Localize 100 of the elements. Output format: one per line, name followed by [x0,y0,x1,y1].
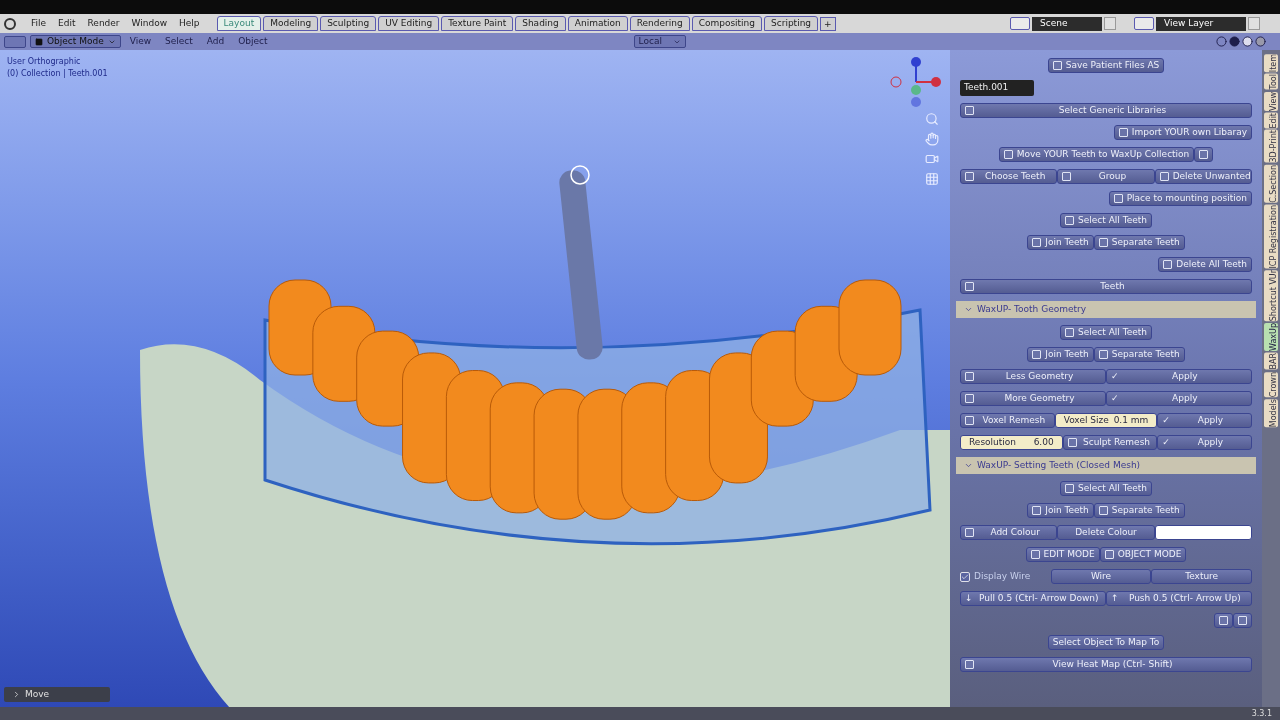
scene-icon[interactable] [1010,17,1030,30]
panel-button[interactable]: Delete Colour [1057,525,1155,540]
panel-button[interactable]: Texture [1151,569,1252,584]
panel-button[interactable]: Voxel Remesh [960,413,1055,428]
menu-item[interactable]: Help [174,16,205,31]
number-field[interactable]: Resolution 6.00 [960,435,1063,450]
panel-button[interactable]: Group [1057,169,1155,184]
workspace-tab[interactable]: Layout [216,16,262,31]
sidebar-tab[interactable]: 3D-Print [1264,130,1278,163]
workspace-tab[interactable]: Scripting [764,16,819,31]
panel-header[interactable]: WaxUP- Tooth Geometry [956,301,1256,318]
number-field[interactable]: Voxel Size 0.1 mm [1054,413,1158,428]
workspace-tab[interactable]: Rendering [629,16,690,31]
workspace-tab[interactable]: Compositing [691,16,763,31]
panel-button[interactable]: Join Teeth [1027,503,1094,518]
menu-item[interactable]: Edit [53,16,81,31]
glyph: ✓ [1162,413,1170,427]
panel-button[interactable]: ↑ Push 0.5 (Ctrl- Arrow Up) [1106,591,1252,606]
sidebar-tab[interactable]: Edit [1264,112,1278,129]
panel-button[interactable]: ✓ Apply [1157,413,1252,428]
panel-button[interactable]: More Geometry [960,391,1106,406]
sidebar-tab[interactable]: View [1264,91,1278,111]
workspace-tab[interactable]: Texture Paint [441,16,514,31]
sidebar-tab[interactable]: BAR [1264,353,1278,370]
glyph: ✓ [1111,369,1119,383]
panel-button[interactable]: ✓ Apply [1106,391,1252,406]
panel-button[interactable] [1214,613,1233,628]
version-label: 3.3.1 [1251,707,1272,720]
workspace-tab[interactable]: UV Editing [378,16,440,31]
display-wire-checkbox[interactable]: Display Wire [960,569,1051,584]
sidebar-tab[interactable]: Shortcut VUr [1264,270,1278,322]
panel-button[interactable]: ✓ Apply [1106,369,1252,384]
panel-button[interactable]: View Heat Map (Ctrl- Shift) [960,657,1252,672]
panel-button[interactable]: Move YOUR Teeth to WaxUp Collection [998,147,1195,162]
panel-button[interactable] [1194,147,1214,162]
scene-field[interactable]: Scene [1032,16,1102,31]
viewport[interactable]: User Orthographic (0) Collection | Teeth.001 Move [0,50,950,707]
workspace-tab[interactable]: Animation [567,16,628,31]
sidebar-tab[interactable]: Item [1264,54,1278,73]
glyph: ✓ [1162,435,1170,449]
panel-button[interactable]: Teeth [960,279,1252,294]
panel-button[interactable]: Delete Unwanted [1154,169,1252,184]
panel-button[interactable]: ✓ Apply [1157,435,1252,450]
panel-button[interactable]: Separate Teeth [1093,503,1185,518]
panel-button[interactable]: Select Object To Map To [1047,635,1165,650]
sidebar-tab[interactable]: C.Section [1264,164,1278,203]
panel-button[interactable] [1233,613,1252,628]
panel-header[interactable]: WaxUP- Setting Teeth (Closed Mesh) [956,457,1256,474]
panel-button[interactable]: Select Generic Libraries [960,103,1252,118]
color-swatch[interactable] [1154,525,1252,540]
header-menu[interactable]: Object [233,34,273,49]
workspace-tab[interactable]: Modeling [263,16,319,31]
panel-button[interactable]: Join Teeth [1027,235,1094,250]
panel-button[interactable]: Select All Teeth [1060,213,1152,228]
panel-button[interactable]: Less Geometry [960,369,1106,384]
menu-item[interactable]: Render [82,16,125,31]
add-workspace-button[interactable]: + [820,16,836,31]
workspace-tab[interactable]: Shading [515,16,566,31]
header-menu[interactable]: Select [160,34,198,49]
mode-dropdown[interactable]: Object Mode [30,35,121,48]
panel-button[interactable]: Delete All Teeth [1158,257,1252,272]
view-layer-field[interactable]: View Layer [1156,16,1246,31]
panel-button[interactable]: Choose Teeth [960,169,1058,184]
glyph: ↓ [965,591,973,605]
panel-button[interactable]: Add Colour [960,525,1058,540]
panel-button[interactable]: EDIT MODE [1025,547,1100,562]
chevron-right-icon [12,690,21,699]
panel-button[interactable]: Join Teeth [1027,347,1094,362]
workspace-tab[interactable]: Sculpting [320,16,377,31]
panel-button[interactable]: Wire [1050,569,1152,584]
orientation-dropdown[interactable]: Local [633,35,686,48]
panel-button[interactable]: Separate Teeth [1093,347,1185,362]
panel-button[interactable]: OBJECT MODE [1099,547,1187,562]
shading-icons-drawing[interactable] [1216,36,1266,47]
editor-type-icon[interactable] [4,35,26,48]
chevron-down-icon [964,461,973,470]
panel-button[interactable]: Save Patient Files AS [1047,58,1165,73]
header-menu[interactable]: Add [201,34,230,49]
view-layer-icon[interactable] [1134,17,1154,30]
panel-button[interactable]: Import YOUR own Libaray [1113,125,1252,140]
panel-button[interactable]: Sculpt Remesh [1062,435,1158,450]
panel-button[interactable]: Separate Teeth [1093,235,1185,250]
panel-button[interactable]: ↓ Pull 0.5 (Ctrl- Arrow Down) [960,591,1106,606]
panel-button[interactable]: Select All Teeth [1060,481,1152,496]
sidebar-tab[interactable]: WaxUp [1264,323,1278,352]
panel-button[interactable]: Place to mounting position [1108,191,1252,206]
sidebar-tab[interactable]: Tool [1264,74,1278,90]
name-field[interactable]: Teeth.001 [960,80,1034,96]
panel-button[interactable]: Select All Teeth [1060,325,1152,340]
sidebar-tab[interactable]: Models [1264,399,1278,428]
header-menu[interactable]: View [124,34,157,49]
app-logo-icon[interactable] [4,17,16,30]
menu-item[interactable]: File [26,16,52,31]
menu-item[interactable]: Window [126,16,173,31]
glyph: ✓ [1111,391,1119,405]
sidebar-tab[interactable]: Crown [1264,371,1278,398]
last-operator-panel[interactable]: Move [4,687,110,702]
sidebar-tab[interactable]: ICP Registration [1264,204,1278,269]
axis-gizmo-icon[interactable] [888,56,944,108]
glyph: ↑ [1111,591,1119,605]
